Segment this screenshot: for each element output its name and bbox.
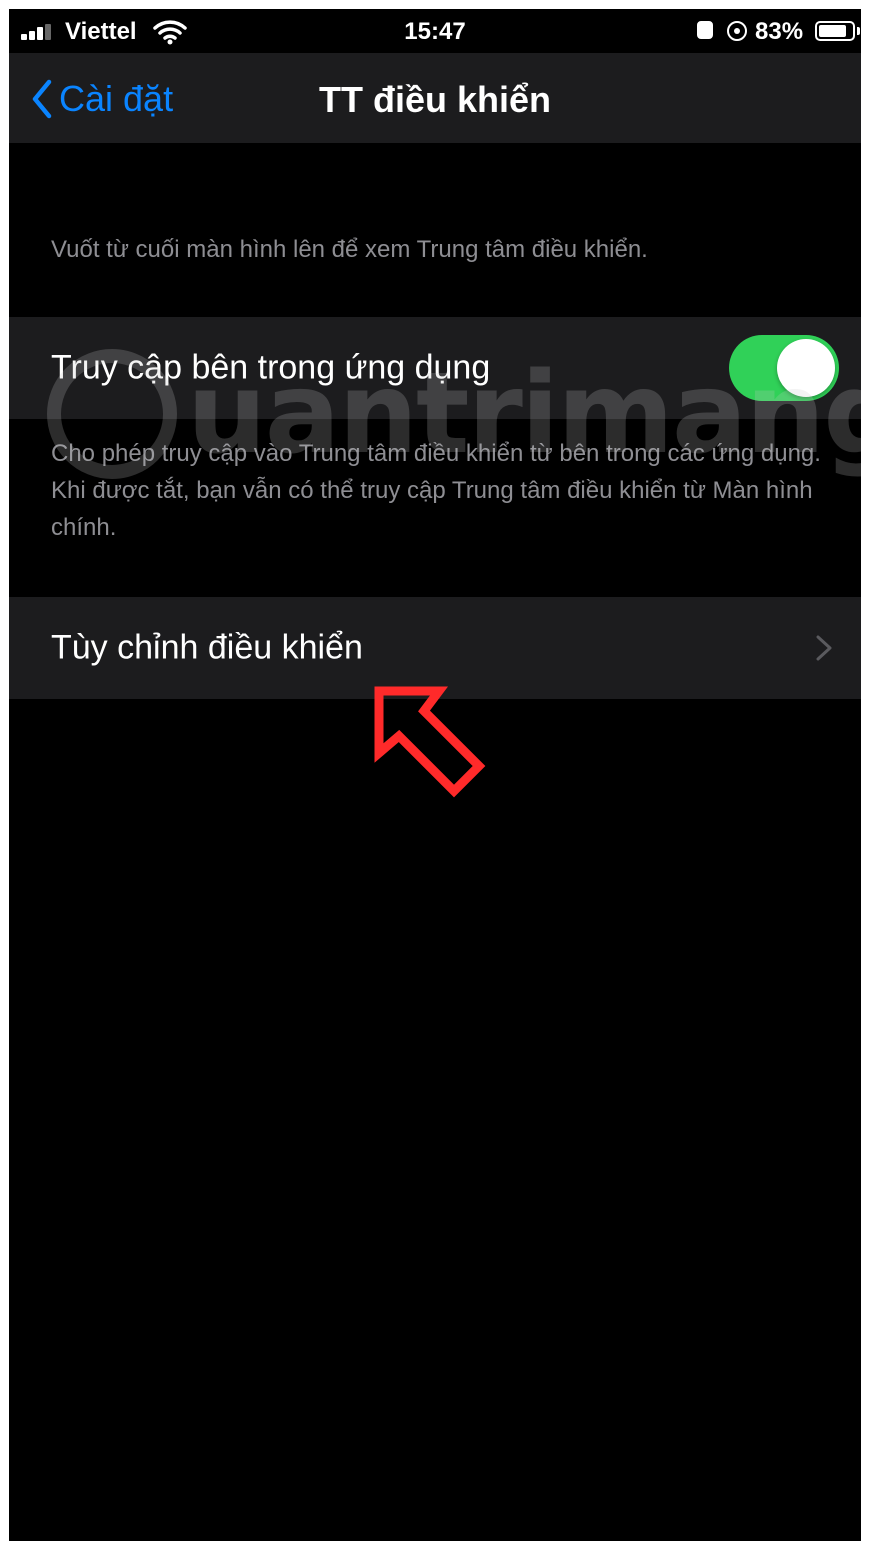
toggle-knob	[777, 339, 835, 397]
battery-icon	[815, 21, 855, 41]
page-title: TT điều khiển	[318, 79, 551, 120]
annotation-arrow-icon	[374, 686, 486, 798]
battery-cap	[857, 27, 860, 35]
access-within-apps-toggle[interactable]	[729, 335, 839, 401]
status-bar: Viettel 15:47 83%	[9, 9, 861, 53]
rotation-lock-icon	[727, 21, 747, 41]
access-within-apps-label: Truy cập bên trong ứng dụng	[51, 348, 491, 387]
section-header-note: Vuốt từ cuối màn hình lên để xem Trung t…	[51, 236, 648, 263]
customize-controls-label: Tùy chỉnh điều khiển	[51, 628, 363, 667]
alarm-icon	[697, 21, 713, 39]
navigation-bar: Cài đặt TT điều khiển	[9, 53, 861, 143]
battery-level	[819, 25, 846, 37]
screen: Viettel 15:47 83% Cài đặt TT điều khiển …	[9, 9, 861, 1541]
access-within-apps-row: Truy cập bên trong ứng dụng	[9, 317, 861, 419]
battery-percent: 83%	[755, 18, 804, 45]
chevron-right-icon	[816, 635, 832, 661]
access-footer-text: Cho phép truy cập vào Trung tâm điều khi…	[51, 440, 821, 541]
